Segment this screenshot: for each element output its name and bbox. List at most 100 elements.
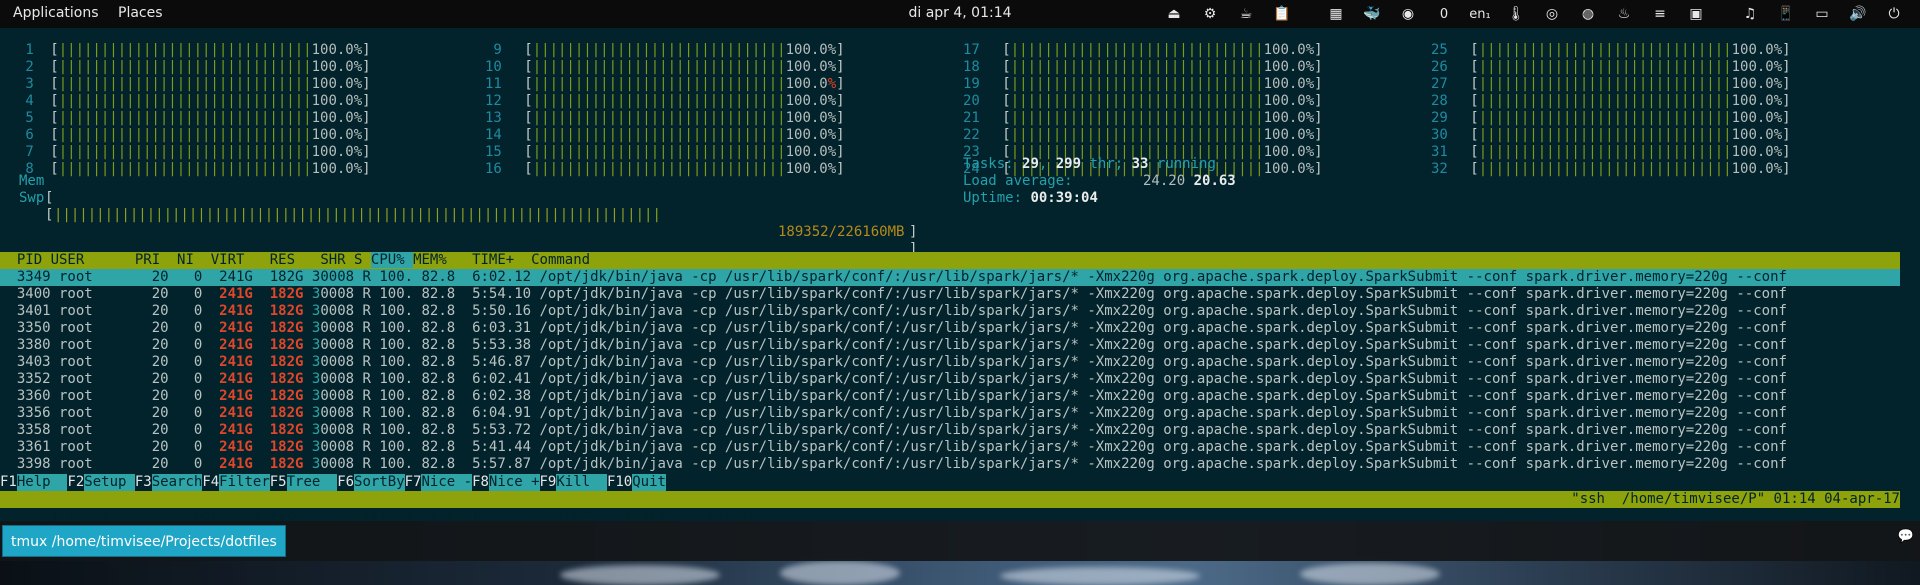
process-row[interactable]: 3349 root 20 0 241G 182G 30008 R 100. 82… <box>0 269 1900 286</box>
cpu-usage-bar: |||||||||||||||||||||||||||||| <box>1010 59 1264 75</box>
cpu-number: 22 <box>963 127 980 143</box>
fkey-label[interactable]: Filter <box>219 474 270 491</box>
tmux-status-bar: [2] 1:pokoebox# 2:pokoebox-src# 3:dotfil… <box>0 491 1900 524</box>
phone-icon[interactable]: 📱 <box>1768 0 1804 28</box>
fkey-f6[interactable]: F6 <box>337 474 354 491</box>
fkey-label[interactable]: Nice - <box>421 474 473 491</box>
cpu-number: 10 <box>485 59 502 75</box>
process-row[interactable]: 3400 root 20 0 241G 182G 30008 R 100. 82… <box>0 286 1900 303</box>
cpu-number: 26 <box>1431 59 1448 75</box>
column-header[interactable]: PRI <box>126 252 168 268</box>
cpu-meter: 11 [||||||||||||||||||||||||||||||100.0%… <box>485 76 845 92</box>
cpu-usage-bar: |||||||||||||||||||||||||||||| <box>1010 76 1264 92</box>
cpu-number: 18 <box>963 59 980 75</box>
fkey-label[interactable]: Tree <box>286 474 338 491</box>
fkey-f10[interactable]: F10 <box>607 474 632 491</box>
fkey-label[interactable]: Setup <box>84 474 135 491</box>
fkey-f1[interactable]: F1 <box>0 474 17 491</box>
column-header[interactable]: CPU% <box>370 252 414 268</box>
planet-icon[interactable]: ◍ <box>1570 0 1606 28</box>
cpu-usage-bar: |||||||||||||||||||||||||||||| <box>532 93 786 109</box>
cpu-number: 9 <box>485 42 502 58</box>
column-header[interactable]: SHR <box>303 252 354 268</box>
hamburger-icon[interactable]: ≡ <box>1642 0 1678 28</box>
power-icon[interactable]: ⏻ <box>1876 0 1912 28</box>
cpu-percent: 100.0% <box>1263 76 1315 92</box>
column-header[interactable]: PID <box>0 252 51 268</box>
process-row[interactable]: 3350 root 20 0 241G 182G 30008 R 100. 82… <box>0 320 1900 337</box>
cpu-percent: 100.0% <box>1731 110 1783 126</box>
cpu-number: 5 <box>17 110 34 126</box>
display-icon[interactable]: ▭ <box>1804 0 1840 28</box>
music-note-icon[interactable]: ♫ <box>1732 0 1768 28</box>
clipboard-icon[interactable]: 📋 <box>1264 0 1300 28</box>
cpu-meter: 6 [||||||||||||||||||||||||||||||100.0%] <box>17 127 371 143</box>
column-header[interactable]: VIRT <box>202 252 253 268</box>
process-row[interactable]: 3380 root 20 0 241G 182G 30008 R 100. 82… <box>0 337 1900 354</box>
cpu-meter: 8 [||||||||||||||||||||||||||||||100.0%] <box>17 161 371 177</box>
process-row[interactable]: 3360 root 20 0 241G 182G 30008 R 100. 82… <box>0 388 1900 405</box>
cpu-percent: 100.0% <box>1263 59 1315 75</box>
cpu-usage-bar: |||||||||||||||||||||||||||||| <box>1010 110 1264 126</box>
fkey-label[interactable]: Help <box>16 474 68 491</box>
column-header[interactable]: MEM% <box>413 252 472 268</box>
disk-icon[interactable]: ◎ <box>1534 0 1570 28</box>
mem-meter: Mem [ ||||||||||||||||||||||||||||||||||… <box>19 173 918 257</box>
notification-icon[interactable]: 💬 <box>1898 529 1914 544</box>
cpu-percent: 100.0% <box>785 42 837 58</box>
process-row[interactable]: 3403 root 20 0 241G 182G 30008 R 100. 82… <box>0 354 1900 371</box>
column-header[interactable]: Command <box>531 252 590 268</box>
app-cube-icon[interactable]: ▣ <box>1678 0 1714 28</box>
fkey-f9[interactable]: F9 <box>540 474 557 491</box>
docker-whale-icon[interactable]: 🐳 <box>1354 0 1390 28</box>
cpu-meter: 13 [||||||||||||||||||||||||||||||100.0%… <box>485 110 845 126</box>
column-header[interactable]: S <box>354 252 371 268</box>
process-row[interactable]: 3352 root 20 0 241G 182G 30008 R 100. 82… <box>0 371 1900 388</box>
thermometer-icon[interactable]: 🌡 <box>1498 0 1534 28</box>
column-header[interactable]: NI <box>169 252 203 268</box>
github-icon[interactable]: ◉ <box>1390 0 1426 28</box>
fkey-label[interactable]: Quit <box>632 474 666 491</box>
load-average: Load average: <box>963 173 1082 189</box>
cpu-number: 28 <box>1431 93 1448 109</box>
fkey-label[interactable]: Kill <box>556 474 607 491</box>
applications-menu[interactable]: Applications <box>13 5 99 21</box>
process-row[interactable]: 3401 root 20 0 241G 182G 30008 R 100. 82… <box>0 303 1900 320</box>
cpu-number: 31 <box>1431 144 1448 160</box>
process-row[interactable]: 3398 root 20 0 241G 182G 30008 R 100. 82… <box>0 456 1900 473</box>
network-board-icon[interactable]: ▦ <box>1318 0 1354 28</box>
column-header[interactable]: USER <box>51 252 127 268</box>
github-count[interactable]: 0 <box>1426 0 1462 28</box>
fkey-f2[interactable]: F2 <box>67 474 84 491</box>
cpu-percent: 100.0% <box>1731 42 1783 58</box>
settings-gear-icon[interactable]: ⚙ <box>1192 0 1228 28</box>
fkey-f8[interactable]: F8 <box>472 474 489 491</box>
eject-icon[interactable]: ⏏ <box>1156 0 1192 28</box>
terminal-window[interactable]: 1 [||||||||||||||||||||||||||||||100.0%]… <box>0 28 1920 524</box>
taskbar-window-button[interactable]: tmux /home/timvisee/Projects/dotfiles <box>2 525 286 557</box>
process-table-header[interactable]: PID USER PRI NI VIRT RES SHR S CPU% MEM%… <box>0 252 1900 269</box>
cpu-number: 13 <box>485 110 502 126</box>
cpu-percent: 100.0% <box>1731 127 1783 143</box>
process-row[interactable]: 3356 root 20 0 241G 182G 30008 R 100. 82… <box>0 405 1900 422</box>
cpu-meter: 15 [||||||||||||||||||||||||||||||100.0%… <box>485 144 845 160</box>
coffee-cup-icon[interactable]: ☕ <box>1228 0 1264 28</box>
cpu-usage-bar: |||||||||||||||||||||||||||||| <box>58 144 312 160</box>
fkey-f3[interactable]: F3 <box>135 474 152 491</box>
keyboard-layout[interactable]: en₁ <box>1462 0 1498 28</box>
process-row[interactable]: 3361 root 20 0 241G 182G 30008 R 100. 82… <box>0 439 1900 456</box>
fkey-label[interactable]: Nice + <box>488 474 540 491</box>
cpu-percent: 100.0% <box>311 42 363 58</box>
fkey-f4[interactable]: F4 <box>202 474 219 491</box>
column-header[interactable]: RES <box>253 252 304 268</box>
process-row[interactable]: 3358 root 20 0 241G 182G 30008 R 100. 82… <box>0 422 1900 439</box>
steam-icon[interactable]: ♨ <box>1606 0 1642 28</box>
fkey-label[interactable]: SortBy <box>354 474 405 491</box>
places-menu[interactable]: Places <box>118 5 163 21</box>
fkey-label[interactable]: Search <box>151 474 203 491</box>
cpu-number: 20 <box>963 93 980 109</box>
volume-icon[interactable]: 🔊 <box>1840 0 1876 28</box>
fkey-f7[interactable]: F7 <box>405 474 422 491</box>
column-header[interactable]: TIME+ <box>472 252 531 268</box>
fkey-f5[interactable]: F5 <box>270 474 287 491</box>
